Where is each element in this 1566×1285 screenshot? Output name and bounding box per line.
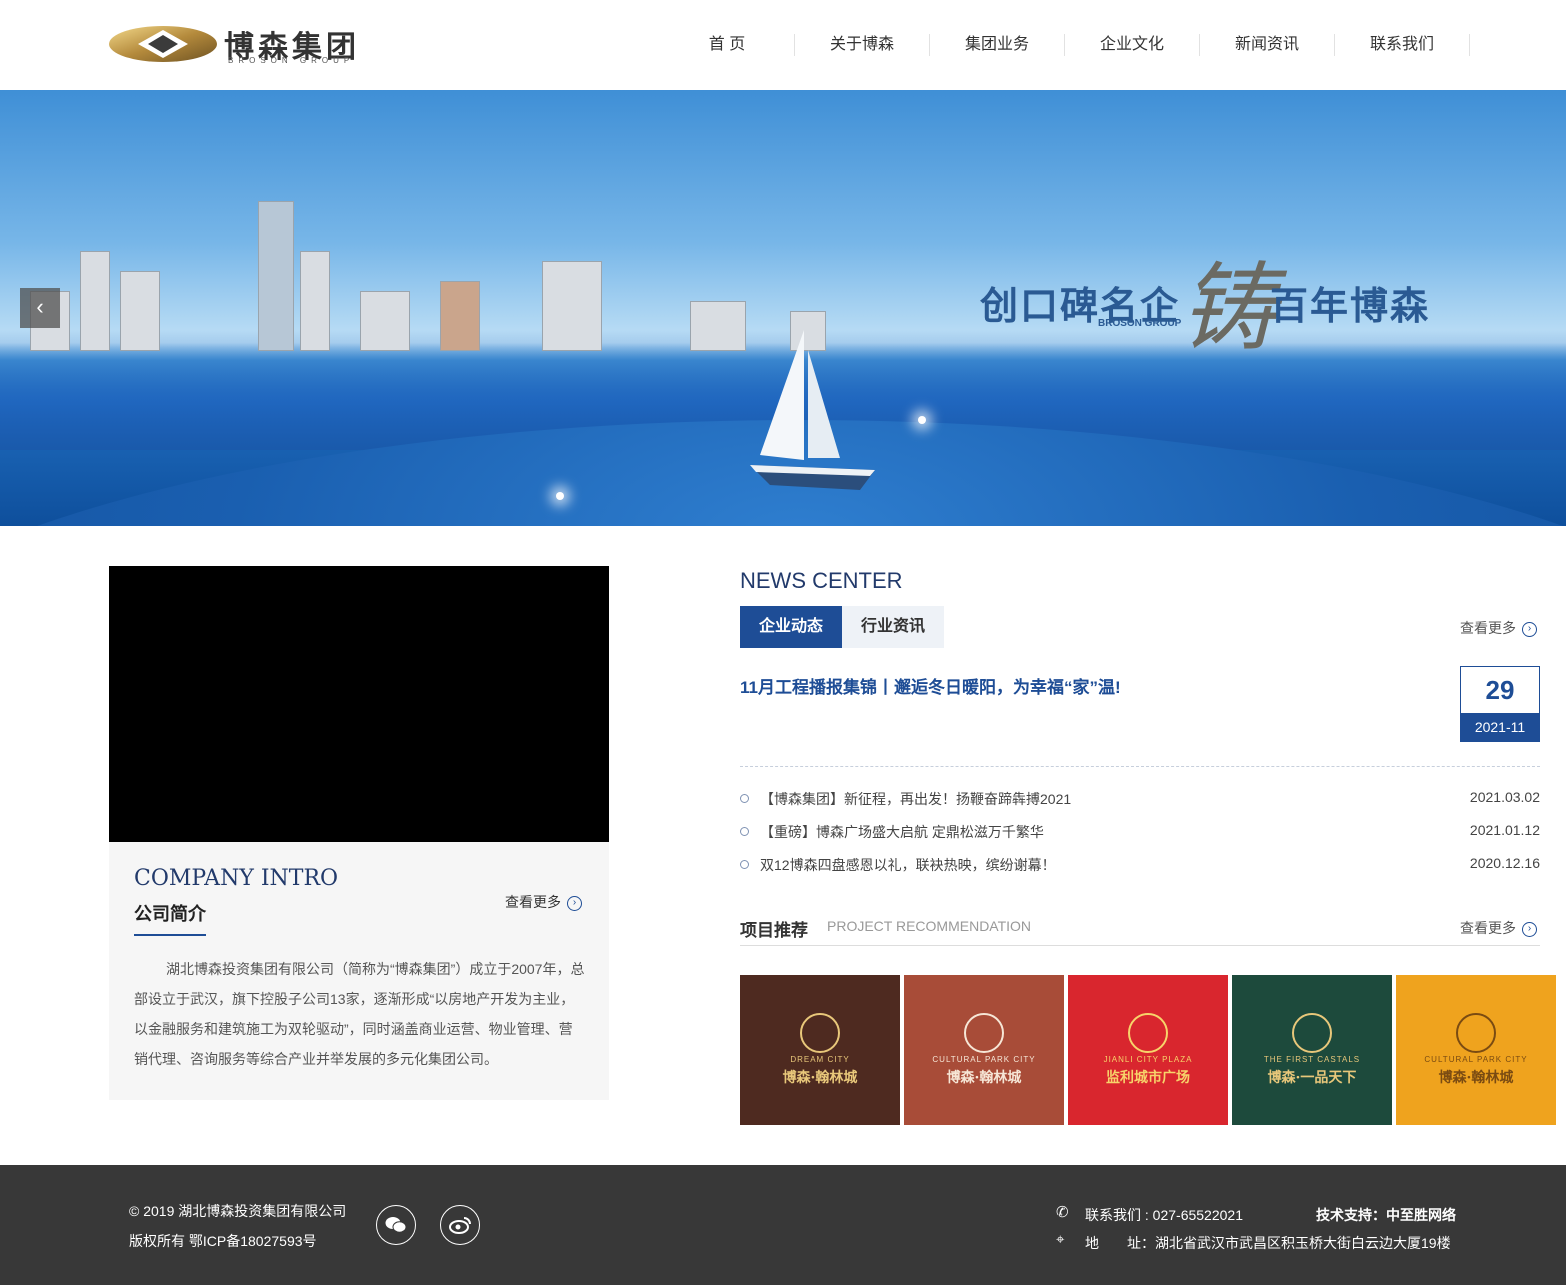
project-name: 监利城市广场 — [1106, 1070, 1190, 1086]
tab-company-news[interactable]: 企业动态 — [740, 606, 842, 648]
project-tile[interactable]: THE FIRST CASTALS 博森·一品天下 — [1232, 975, 1392, 1125]
intro-more-link[interactable]: 查看更多 › — [505, 892, 582, 912]
city-building — [690, 301, 746, 351]
headline-year-month: 2021-11 — [1461, 713, 1539, 741]
intro-text: 湖北博森投资集团有限公司（简称为“博森集团”）成立于2007年，总部设立于武汉，… — [134, 961, 585, 1067]
headline-day: 29 — [1485, 675, 1515, 705]
city-building — [300, 251, 330, 351]
footer-contact: 联系我们 : 027-65522021 — [1085, 1207, 1243, 1223]
banner-slogan-right: 百年博森 — [1270, 283, 1431, 328]
city-building — [440, 281, 480, 351]
news-item-title: 双12博森四盘感恩以礼，联袂热映，缤纷谢幕！ — [760, 857, 1056, 873]
news-more-link[interactable]: 查看更多 › — [1460, 618, 1537, 638]
project-logo-icon — [1128, 1013, 1168, 1053]
news-item-title: 【重磅】博森广场盛大启航 定鼎松滋万千繁华 — [760, 824, 1044, 840]
news-item-title: 【博森集团】新征程，再出发！扬鞭奋蹄犇搏2021 — [760, 791, 1072, 807]
nav-news[interactable]: 新闻资讯 — [1200, 34, 1335, 56]
city-building — [542, 261, 602, 351]
wechat-icon[interactable] — [376, 1205, 416, 1245]
project-name: 博森·翰林城 — [782, 1070, 858, 1086]
news-item[interactable]: 双12博森四盘感恩以礼，联袂热映，缤纷谢幕！ 2020.12.16 — [740, 854, 1540, 887]
site-header: 博森集团 BROSON GROUP 首 页 关于博森 集团业务 企业文化 新闻资… — [0, 0, 1566, 90]
projects-header: 项目推荐 PROJECT RECOMMENDATION 查看更多 › — [740, 914, 1540, 946]
project-tiles: DREAM CITY 博森·翰林城 CULTURAL PARK CITY 博森·… — [740, 975, 1556, 1125]
intro-title-cn: 公司简介 — [134, 900, 206, 936]
news-item-date: 2021.01.12 — [1469, 822, 1540, 838]
intro-video[interactable] — [109, 566, 609, 842]
project-subtitle: DREAM CITY — [790, 1055, 850, 1064]
projects-title-en: PROJECT RECOMMENDATION — [827, 918, 1032, 934]
project-name: 博森·翰林城 — [1438, 1070, 1514, 1086]
logo-subtext: BROSON GROUP — [228, 56, 355, 65]
project-tile[interactable]: CULTURAL PARK CITY 博森·翰林城 — [1396, 975, 1556, 1125]
bullet-icon — [740, 827, 749, 836]
nav-contact[interactable]: 联系我们 — [1335, 34, 1470, 56]
intro-more-label: 查看更多 — [505, 894, 561, 910]
news-headline[interactable]: 11月工程播报集锦丨邂逅冬日暖阳，为幸福“家”温! — [740, 673, 1121, 698]
nav-business[interactable]: 集团业务 — [930, 34, 1065, 56]
city-building — [258, 201, 294, 351]
bullet-icon — [740, 860, 749, 869]
project-subtitle: JIANLI CITY PLAZA — [1103, 1055, 1193, 1064]
project-logo-icon — [1292, 1013, 1332, 1053]
site-footer: © 2019 湖北博森投资集团有限公司 版权所有 鄂ICP备18027593号 … — [0, 1165, 1566, 1285]
main-nav: 首 页 关于博森 集团业务 企业文化 新闻资讯 联系我们 — [660, 34, 1470, 56]
project-logo-icon — [964, 1013, 1004, 1053]
news-title: NEWS CENTER — [740, 568, 903, 593]
arrow-right-icon: › — [1522, 621, 1537, 637]
location-icon: ⌖ — [1056, 1231, 1065, 1248]
arrow-right-icon: › — [567, 895, 582, 911]
nav-about[interactable]: 关于博森 — [795, 34, 930, 56]
projects-more-link[interactable]: 查看更多 › — [1460, 918, 1537, 938]
banner-light — [918, 416, 926, 424]
city-building — [360, 291, 410, 351]
headline-date: 29 2021-11 — [1460, 666, 1540, 742]
banner-slogan-big: 铸 — [1180, 252, 1276, 364]
logo[interactable]: 博森集团 BROSON GROUP — [108, 22, 368, 68]
project-tile[interactable]: CULTURAL PARK CITY 博森·翰林城 — [904, 975, 1064, 1125]
sailboat-icon — [750, 330, 875, 490]
footer-icp[interactable]: 版权所有 鄂ICP备18027593号 — [129, 1231, 317, 1251]
weibo-icon[interactable] — [440, 1205, 480, 1245]
project-subtitle: CULTURAL PARK CITY — [1424, 1055, 1528, 1064]
nav-culture[interactable]: 企业文化 — [1065, 34, 1200, 56]
divider — [740, 766, 1540, 767]
project-logo-icon — [800, 1013, 840, 1053]
project-tile[interactable]: DREAM CITY 博森·翰林城 — [740, 975, 900, 1125]
hero-banner: 创口碑名企 铸 百年博森 BROSON GROUP ‹ — [0, 90, 1566, 526]
tab-industry-news[interactable]: 行业资讯 — [842, 606, 944, 648]
arrow-right-icon: › — [1522, 921, 1537, 937]
projects-title-cn: 项目推荐 — [740, 921, 808, 940]
project-subtitle: CULTURAL PARK CITY — [932, 1055, 1036, 1064]
banner-prev-button[interactable]: ‹ — [20, 288, 60, 328]
project-name: 博森·翰林城 — [946, 1070, 1022, 1086]
news-item-date: 2020.12.16 — [1469, 855, 1540, 871]
news-list: 【博森集团】新征程，再出发！扬鞭奋蹄犇搏2021 2021.03.02 【重磅】… — [740, 788, 1540, 887]
city-building — [120, 271, 160, 351]
project-subtitle: THE FIRST CASTALS — [1263, 1055, 1361, 1064]
news-item[interactable]: 【重磅】博森广场盛大启航 定鼎松滋万千繁华 2021.01.12 — [740, 821, 1540, 854]
news-item[interactable]: 【博森集团】新征程，再出发！扬鞭奋蹄犇搏2021 2021.03.02 — [740, 788, 1540, 821]
news-more-label: 查看更多 — [1460, 620, 1516, 636]
banner-slogan-en: BROSON GROUP — [1098, 318, 1182, 329]
project-name: 博森·一品天下 — [1267, 1070, 1357, 1086]
project-tile[interactable]: JIANLI CITY PLAZA 监利城市广场 — [1068, 975, 1228, 1125]
intro-title-en: COMPANY INTRO — [134, 866, 339, 891]
nav-home[interactable]: 首 页 — [660, 34, 795, 56]
news-item-date: 2021.03.02 — [1469, 789, 1540, 805]
city-building — [80, 251, 110, 351]
bullet-icon — [740, 794, 749, 803]
logo-emblem-icon — [109, 26, 217, 62]
footer-tech-support[interactable]: 技术支持：中至胜网络 — [1316, 1205, 1456, 1225]
company-intro: COMPANY INTRO 公司简介 查看更多 › 湖北博森投资集团有限公司（简称… — [109, 842, 609, 1100]
projects-more-label: 查看更多 — [1460, 920, 1516, 936]
banner-light — [556, 492, 564, 500]
phone-icon: ✆ — [1056, 1204, 1069, 1221]
footer-copyright: © 2019 湖北博森投资集团有限公司 — [129, 1203, 347, 1219]
footer-address: 地 址：湖北省武汉市武昌区积玉桥大街白云边大厦19楼 — [1085, 1235, 1451, 1251]
project-logo-icon — [1456, 1013, 1496, 1053]
